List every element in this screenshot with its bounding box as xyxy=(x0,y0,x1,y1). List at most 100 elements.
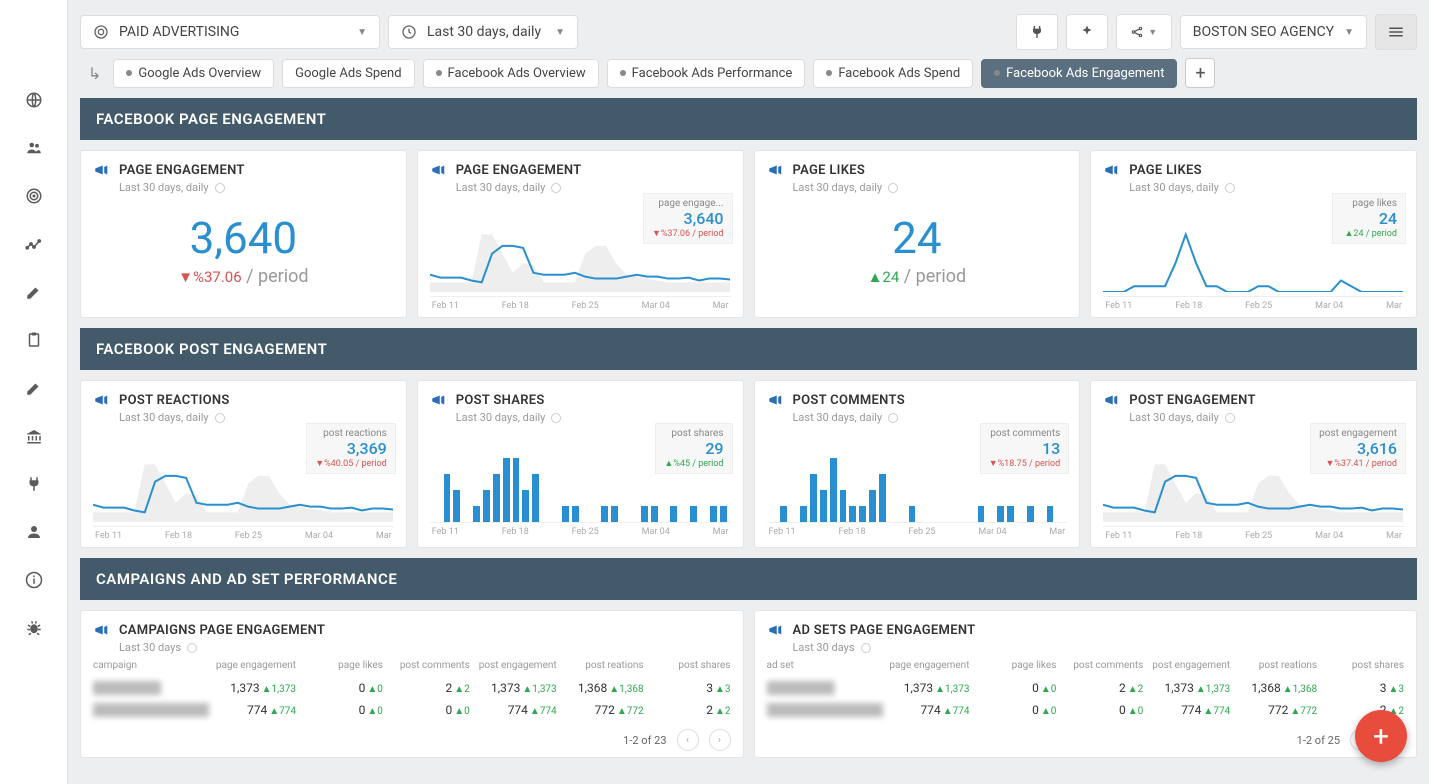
widget-title: PAGE LIKES xyxy=(1129,163,1202,178)
chart-summary-box: post shares29▲%45 / period xyxy=(655,423,732,474)
metric-delta: ▼%37.06 xyxy=(178,268,242,286)
client-dropdown[interactable]: BOSTON SEO AGENCY ▼ xyxy=(1180,15,1367,49)
topbar: PAID ADVERTISING ▼ Last 30 days, daily ▼… xyxy=(68,0,1429,58)
daterange-dropdown[interactable]: Last 30 days, daily ▼ xyxy=(388,15,578,49)
x-axis: Feb 11Feb 18Feb 25Mar 04Mar xyxy=(430,522,731,537)
gear-icon[interactable] xyxy=(888,413,898,423)
gear-icon[interactable] xyxy=(187,643,197,653)
widget-page-engagement-chart: PAGE ENGAGEMENT Last 30 days, daily page… xyxy=(417,150,744,318)
chevron-down-icon: ▼ xyxy=(1344,27,1354,38)
tab-facebook-ads-overview[interactable]: Facebook Ads Overview xyxy=(423,59,599,88)
client-name: BOSTON SEO AGENCY xyxy=(1193,24,1334,40)
megaphone-icon xyxy=(1103,391,1121,409)
share-button[interactable]: ▼ xyxy=(1116,14,1172,50)
user-icon[interactable] xyxy=(24,522,44,542)
pencil-icon[interactable] xyxy=(24,282,44,302)
megaphone-icon xyxy=(93,621,111,639)
widget-title: PAGE ENGAGEMENT xyxy=(456,163,582,178)
metric-delta: ▲24 xyxy=(868,268,900,286)
widget-post-comments: POST COMMENTS Last 30 days, daily post c… xyxy=(754,380,1081,548)
megaphone-icon xyxy=(767,391,785,409)
analytics-icon[interactable] xyxy=(24,234,44,254)
table-row[interactable]: ████████1,373▲1,3730▲02▲21,373▲1,3731,36… xyxy=(93,677,731,699)
widget-adsets-table: AD SETS PAGE ENGAGEMENT Last 30 days ad … xyxy=(754,610,1418,758)
people-icon[interactable] xyxy=(24,138,44,158)
gear-icon[interactable] xyxy=(551,413,561,423)
megaphone-icon xyxy=(93,391,111,409)
widget-title: POST COMMENTS xyxy=(793,393,905,408)
section-header: FACEBOOK POST ENGAGEMENT xyxy=(80,328,1417,370)
tab-facebook-ads-engagement[interactable]: Facebook Ads Engagement xyxy=(981,59,1177,88)
bug-icon[interactable] xyxy=(24,618,44,638)
info-icon[interactable] xyxy=(24,570,44,590)
widget-page-engagement-value: PAGE ENGAGEMENT Last 30 days, daily 3,64… xyxy=(80,150,407,318)
prev-page-button[interactable]: ‹ xyxy=(677,729,699,751)
chevron-down-icon: ▼ xyxy=(357,27,367,38)
gear-icon[interactable] xyxy=(888,183,898,193)
chart-summary-box: post comments13▼%18.75 / period xyxy=(980,423,1070,474)
widget-post-engagement: POST ENGAGEMENT Last 30 days, daily post… xyxy=(1090,380,1417,548)
clock-icon xyxy=(401,24,417,40)
widget-title: POST ENGAGEMENT xyxy=(1129,393,1256,408)
widget-post-reactions: POST REACTIONS Last 30 days, daily post … xyxy=(80,380,407,548)
megaphone-icon xyxy=(93,161,111,179)
plug-button[interactable] xyxy=(1016,14,1058,50)
globe-icon[interactable] xyxy=(24,90,44,110)
widget-title: POST SHARES xyxy=(456,393,545,408)
table-row[interactable]: ██████████████774▲7740▲00▲0774▲774772▲77… xyxy=(767,699,1405,721)
chart-summary-box: post reactions3,369▼%40.05 / period xyxy=(306,423,396,474)
target-icon[interactable] xyxy=(24,186,44,206)
x-axis: Feb 11Feb 18Feb 25Mar 04Mar xyxy=(93,526,394,541)
pager: 1-2 of 23 ‹ › xyxy=(93,721,731,751)
widget-post-shares: POST SHARES Last 30 days, daily post sha… xyxy=(417,380,744,548)
widget-title: PAGE ENGAGEMENT xyxy=(119,163,245,178)
chart-summary-box: page engage... 3,640 ▼%37.06 / period xyxy=(643,193,733,244)
tab-nav-icon[interactable]: ↳ xyxy=(88,64,101,83)
widget-page-likes-chart: PAGE LIKES Last 30 days, daily page like… xyxy=(1090,150,1417,318)
x-axis: Feb 11Feb 18Feb 25Mar 04Mar xyxy=(1103,526,1404,541)
table-row[interactable]: ██████████████774▲7740▲00▲0774▲774772▲77… xyxy=(93,699,731,721)
widget-title: CAMPAIGNS PAGE ENGAGEMENT xyxy=(119,623,325,638)
left-sidebar xyxy=(0,0,68,784)
metric-value: 24 xyxy=(767,212,1068,264)
widget-title: POST REACTIONS xyxy=(119,393,230,408)
metric-value: 3,640 xyxy=(93,212,394,264)
plug-icon[interactable] xyxy=(24,474,44,494)
chart-summary-box: page likes 24 ▲24 / period xyxy=(1332,193,1406,244)
section-header: FACEBOOK PAGE ENGAGEMENT xyxy=(80,98,1417,140)
add-widget-fab[interactable]: + xyxy=(1355,710,1407,762)
gear-icon[interactable] xyxy=(551,183,561,193)
bank-icon[interactable] xyxy=(24,426,44,446)
pager: 1-2 of 25 ‹ › xyxy=(767,721,1405,751)
megaphone-icon xyxy=(767,161,785,179)
tabs-row: ↳ Google Ads Overview Google Ads Spend Fac… xyxy=(68,58,1429,98)
tab-google-ads-spend[interactable]: Google Ads Spend xyxy=(282,59,414,88)
target-icon xyxy=(93,24,109,40)
tab-google-ads-overview[interactable]: Google Ads Overview xyxy=(113,59,274,88)
megaphone-icon xyxy=(430,391,448,409)
megaphone-icon xyxy=(1103,161,1121,179)
chevron-down-icon: ▼ xyxy=(555,27,565,38)
widget-page-likes-value: PAGE LIKES Last 30 days, daily 24 ▲24 / … xyxy=(754,150,1081,318)
hamburger-button[interactable] xyxy=(1375,14,1417,50)
x-axis: Feb 11Feb 18Feb 25Mar 04Mar xyxy=(767,522,1068,537)
sparkle-button[interactable] xyxy=(1066,14,1108,50)
edit-icon[interactable] xyxy=(24,378,44,398)
gear-icon[interactable] xyxy=(1225,183,1235,193)
gear-icon[interactable] xyxy=(215,183,225,193)
tab-facebook-ads-performance[interactable]: Facebook Ads Performance xyxy=(607,59,806,88)
widget-title: AD SETS PAGE ENGAGEMENT xyxy=(793,623,976,638)
table-row[interactable]: ████████1,373▲1,3730▲02▲21,373▲1,3731,36… xyxy=(767,677,1405,699)
report-dropdown[interactable]: PAID ADVERTISING ▼ xyxy=(80,15,380,49)
gear-icon[interactable] xyxy=(1225,413,1235,423)
tab-facebook-ads-spend[interactable]: Facebook Ads Spend xyxy=(813,59,973,88)
chart-summary-box: post engagement3,616▼%37.41 / period xyxy=(1310,423,1406,474)
add-tab-button[interactable]: + xyxy=(1185,58,1215,88)
gear-icon[interactable] xyxy=(861,643,871,653)
gear-icon[interactable] xyxy=(215,413,225,423)
next-page-button[interactable]: › xyxy=(709,729,731,751)
widget-title: PAGE LIKES xyxy=(793,163,866,178)
clipboard-icon[interactable] xyxy=(24,330,44,350)
section-header: CAMPAIGNS AND AD SET PERFORMANCE xyxy=(80,558,1417,600)
widget-campaigns-table: CAMPAIGNS PAGE ENGAGEMENT Last 30 days c… xyxy=(80,610,744,758)
